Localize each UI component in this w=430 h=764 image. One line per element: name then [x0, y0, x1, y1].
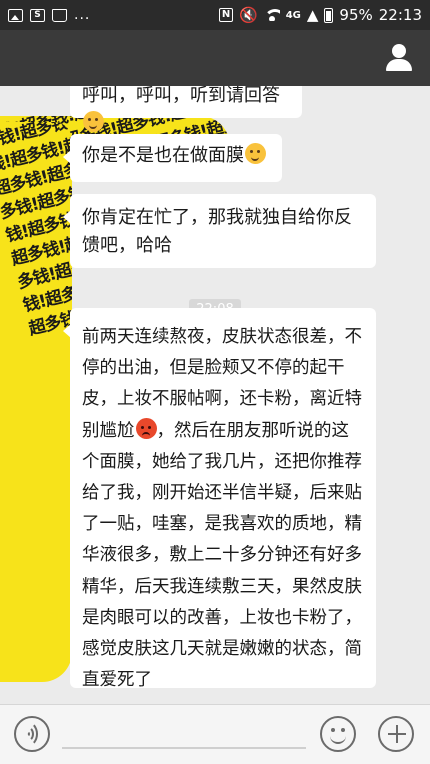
mute-icon: 🔇 [239, 6, 258, 24]
message-text: 你肯定在忙了，那我就独自给你反馈吧，哈哈 [82, 207, 352, 256]
emoji-icon[interactable] [320, 716, 356, 752]
s-app-icon: S [30, 8, 45, 22]
message-bubble[interactable]: 你肯定在忙了，那我就独自给你反馈吧，哈哈 [63, 194, 376, 268]
message-bubble[interactable]: 你是不是也在做面膜 [63, 134, 282, 182]
smile-emoji-icon [83, 111, 104, 132]
contact-avatar[interactable]: 多钱!超多钱!超多钱!超多钱!超多钱!超多钱!超多钱!超多钱!超多钱!超多钱!超… [0, 122, 72, 682]
signal-icon: ▲ [306, 6, 319, 24]
wifi-icon [263, 9, 280, 21]
bag-icon [52, 8, 67, 22]
image-icon [8, 8, 23, 22]
voice-wave [16, 721, 38, 747]
avatar-pattern-text: 多钱!超多钱!超多钱!超多钱!超多钱!超多钱!超多钱!超多钱!超多钱!超多钱!超… [0, 122, 72, 340]
input-bar [0, 704, 430, 764]
nfc-icon: N [219, 8, 234, 22]
status-left-icons: S ... [8, 7, 90, 23]
battery-level: 95% [339, 6, 373, 24]
person-icon-head [392, 44, 406, 58]
clock: 22:13 [378, 6, 422, 24]
network-type: 4G [285, 9, 301, 21]
message-input[interactable] [62, 747, 306, 749]
person-icon-body [386, 59, 412, 71]
status-right-icons: N 🔇 4G ▲ 95% 22:13 [219, 6, 422, 24]
message-bubble[interactable]: 呼叫，呼叫，听到请回答 [70, 86, 302, 132]
battery-icon [324, 7, 334, 23]
message-text: 你是不是也在做面膜 [82, 145, 244, 166]
message-bubble[interactable]: 前两天连续熬夜，皮肤状态很差，不停的出油，但是脸颊又不停的起干皮，上妆不服帖啊，… [63, 308, 376, 691]
message-text-continued: ，然后在朋友那听说的这个面膜，她给了我几片，还把你推荐给了我，刚开始还半信半疑，… [82, 420, 362, 691]
more-notifications: ... [74, 7, 91, 23]
person-icon[interactable] [384, 42, 414, 72]
chat-title-bar [0, 30, 430, 86]
angry-emoji-icon [135, 417, 157, 439]
status-bar: S ... N 🔇 4G ▲ 95% 22:13 [0, 0, 430, 30]
voice-icon[interactable] [14, 716, 50, 752]
smile-emoji-icon [245, 143, 266, 164]
message-text: 呼叫，呼叫，听到请回答 [82, 86, 280, 106]
chat-messages[interactable]: 多钱!超多钱!超多钱!超多钱!超多钱!超多钱!超多钱!超多钱!超多钱!超多钱!超… [0, 86, 430, 704]
plus-icon[interactable] [378, 716, 414, 752]
